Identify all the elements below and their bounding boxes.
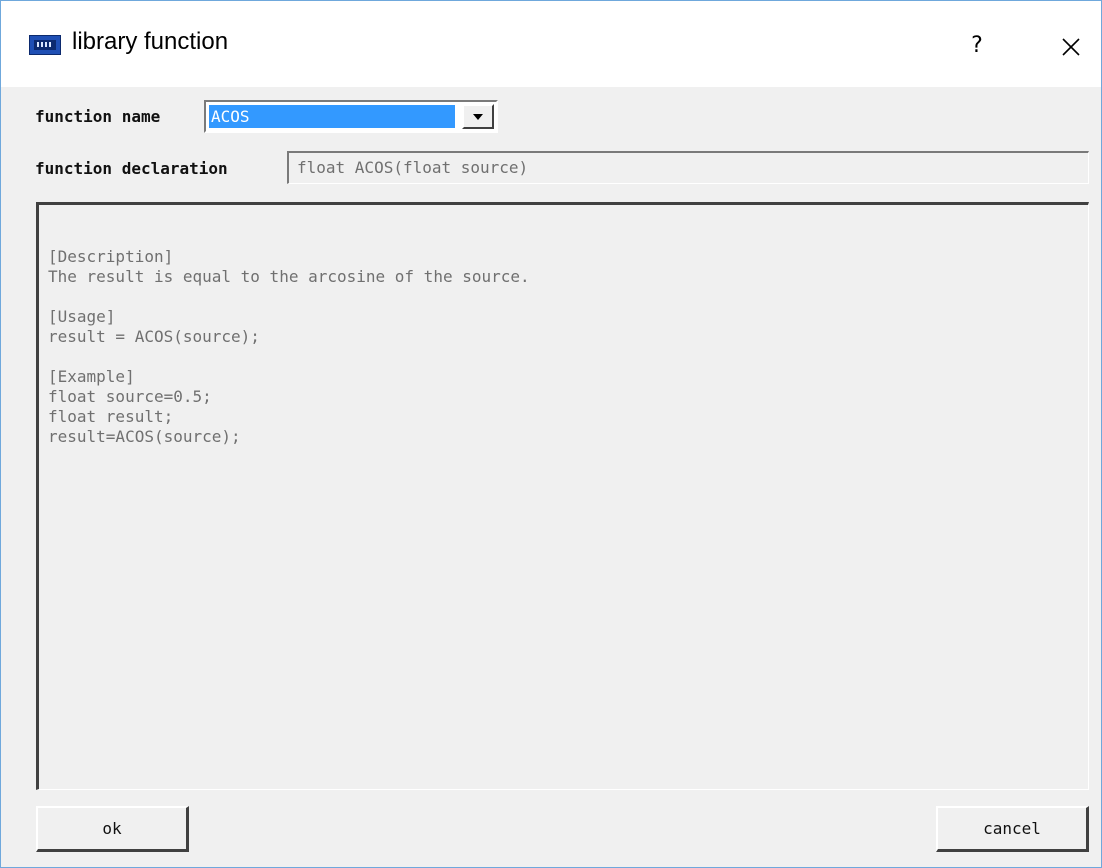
dropdown-button[interactable] <box>462 104 494 129</box>
library-function-dialog: library function ? function name ACOS fu… <box>0 0 1102 868</box>
description-text: [Description] The result is equal to the… <box>48 247 530 446</box>
dropdown-arrow-icon <box>473 113 483 120</box>
cancel-button[interactable]: cancel <box>936 806 1089 852</box>
title-bar[interactable]: library function ? <box>1 1 1101 87</box>
close-button[interactable] <box>1051 25 1091 69</box>
close-icon <box>1062 38 1080 56</box>
function-declaration-label: function declaration <box>35 159 228 178</box>
description-textbox[interactable]: [Description] The result is equal to the… <box>36 202 1089 790</box>
help-button[interactable]: ? <box>957 23 997 67</box>
function-name-label: function name <box>35 107 161 126</box>
hmi-screen-icon <box>29 35 61 55</box>
question-mark-icon: ? <box>971 32 983 58</box>
function-name-select[interactable]: ACOS <box>204 100 498 133</box>
window-title: library function <box>72 28 229 55</box>
function-name-value[interactable]: ACOS <box>209 105 455 128</box>
function-declaration-field[interactable]: float ACOS(float source) <box>287 151 1089 184</box>
ok-button[interactable]: ok <box>36 806 189 852</box>
